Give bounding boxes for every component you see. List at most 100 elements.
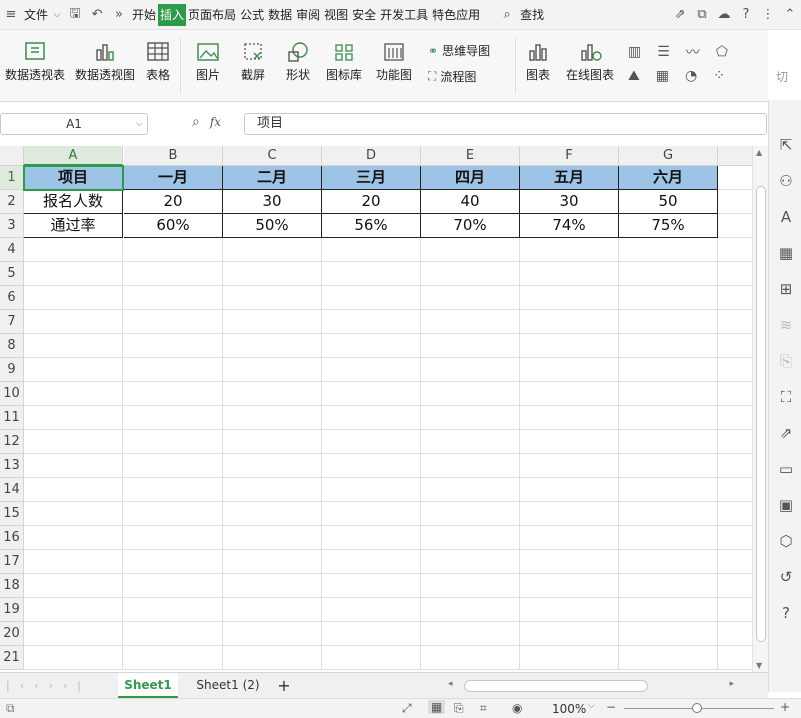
cell-d13[interactable] — [322, 454, 421, 478]
cell-g8[interactable] — [619, 334, 718, 358]
cell-d7[interactable] — [322, 310, 421, 334]
scroll-left-icon[interactable]: ◂ — [448, 679, 453, 689]
shield-icon[interactable]: ⬡ — [777, 532, 795, 550]
cell-blank[interactable] — [718, 286, 752, 310]
cell-b8[interactable] — [124, 334, 223, 358]
pie-chart-icon[interactable]: ◔ — [685, 68, 697, 84]
tab-page-layout[interactable]: 页面布局 — [186, 4, 238, 26]
cell-e9[interactable] — [421, 358, 520, 382]
macro-icon[interactable]: ⧉ — [6, 701, 15, 716]
cell-d12[interactable] — [322, 430, 421, 454]
cell-f15[interactable] — [520, 502, 619, 526]
shape-button[interactable]: 形状 — [279, 40, 317, 83]
cell-c16[interactable] — [223, 526, 322, 550]
cell-b5[interactable] — [124, 262, 223, 286]
cell-a16[interactable] — [24, 526, 123, 550]
cell-blank[interactable] — [718, 406, 752, 430]
chart-button[interactable]: 图表 — [522, 40, 554, 83]
cell-blank[interactable] — [718, 358, 752, 382]
stock-chart-icon[interactable]: ▦ — [656, 68, 669, 84]
cell-f18[interactable] — [520, 574, 619, 598]
cell-blank[interactable] — [718, 262, 752, 286]
cell-b12[interactable] — [124, 430, 223, 454]
cell-f3[interactable]: 74% — [520, 214, 619, 238]
online-chart-button[interactable]: 在线图表 — [560, 40, 620, 83]
cell-g15[interactable] — [619, 502, 718, 526]
cell-blank[interactable] — [718, 310, 752, 334]
cell-g3[interactable]: 75% — [619, 214, 718, 238]
tab-insert[interactable]: 插入 — [158, 3, 187, 26]
add-sheet-button[interactable]: + — [274, 673, 294, 698]
picture-button[interactable]: 图片 — [189, 40, 227, 83]
cell-blank[interactable] — [718, 526, 752, 550]
search-label[interactable]: 查找 — [518, 4, 546, 26]
tab-formulas[interactable]: 公式 — [238, 4, 266, 26]
table-style-icon[interactable]: ▦ — [777, 244, 795, 262]
hamburger-icon[interactable]: ≡ — [0, 4, 22, 26]
row-header-14[interactable]: 14 — [0, 478, 24, 502]
bar-chart-icon[interactable]: ☰ — [657, 44, 670, 60]
cell-g14[interactable] — [619, 478, 718, 502]
cell-a10[interactable] — [24, 382, 123, 406]
cell-c17[interactable] — [223, 550, 322, 574]
cell-e13[interactable] — [421, 454, 520, 478]
cell-d10[interactable] — [322, 382, 421, 406]
cell-e3[interactable]: 70% — [421, 214, 520, 238]
tab-features[interactable]: 特色应用 — [430, 4, 482, 26]
cell-blank[interactable] — [718, 430, 752, 454]
cell-e21[interactable] — [421, 646, 520, 670]
cell-blank[interactable] — [718, 190, 752, 214]
grid-apps-icon[interactable]: ⊞ — [777, 280, 795, 298]
cell-blank[interactable] — [718, 502, 752, 526]
sheet-tab-2[interactable]: Sheet1 (2) — [190, 673, 266, 698]
cell-a18[interactable] — [24, 574, 123, 598]
cell-d9[interactable] — [322, 358, 421, 382]
cell-b15[interactable] — [124, 502, 223, 526]
undo-icon[interactable]: ↶ — [86, 4, 108, 26]
vertical-scrollbar[interactable]: ▲ ▼ — [752, 146, 768, 672]
line-chart-icon[interactable]: 〰 — [686, 42, 700, 62]
cell-b9[interactable] — [124, 358, 223, 382]
cell-a7[interactable] — [24, 310, 123, 334]
cell-e4[interactable] — [421, 238, 520, 262]
cell-f13[interactable] — [520, 454, 619, 478]
tab-view[interactable]: 视图 — [322, 4, 350, 26]
cell-g11[interactable] — [619, 406, 718, 430]
cell-e15[interactable] — [421, 502, 520, 526]
archive-icon[interactable]: ▭ — [777, 460, 795, 478]
cell-d20[interactable] — [322, 622, 421, 646]
cell-a1[interactable]: 项目 — [24, 166, 123, 190]
column-header-e[interactable]: E — [421, 146, 520, 166]
cell-g9[interactable] — [619, 358, 718, 382]
cell-c2[interactable]: 30 — [223, 190, 322, 214]
cell-g19[interactable] — [619, 598, 718, 622]
help-circle-icon[interactable]: ? — [777, 604, 795, 622]
cell-f20[interactable] — [520, 622, 619, 646]
row-header-17[interactable]: 17 — [0, 550, 24, 574]
cell-e2[interactable]: 40 — [421, 190, 520, 214]
eye-protection-icon[interactable]: ◉ — [512, 701, 522, 715]
function-chart-button[interactable]: 功能图 — [371, 40, 417, 83]
row-header-19[interactable]: 19 — [0, 598, 24, 622]
cell-g6[interactable] — [619, 286, 718, 310]
cloud-icon[interactable]: ☁ — [713, 4, 735, 26]
cursor-icon[interactable]: ⇱ — [777, 136, 795, 154]
row-header-11[interactable]: 11 — [0, 406, 24, 430]
cell-f17[interactable] — [520, 550, 619, 574]
normal-view-icon[interactable]: ▦ — [428, 700, 446, 714]
cell-d3[interactable]: 56% — [322, 214, 421, 238]
row-header-3[interactable]: 3 — [0, 214, 24, 238]
cell-d18[interactable] — [322, 574, 421, 598]
cell-c1[interactable]: 二月 — [223, 166, 322, 190]
cell-c20[interactable] — [223, 622, 322, 646]
cell-a3[interactable]: 通过率 — [24, 214, 123, 238]
cell-a13[interactable] — [24, 454, 123, 478]
collapse-icon[interactable]: ⌃ — [779, 4, 801, 26]
picture-panel-icon[interactable]: ⛶ — [777, 388, 795, 406]
cell-f9[interactable] — [520, 358, 619, 382]
cell-c21[interactable] — [223, 646, 322, 670]
cell-a20[interactable] — [24, 622, 123, 646]
cell-a19[interactable] — [24, 598, 123, 622]
sheet-tab-1[interactable]: Sheet1 — [118, 673, 178, 698]
row-header-20[interactable]: 20 — [0, 622, 24, 646]
